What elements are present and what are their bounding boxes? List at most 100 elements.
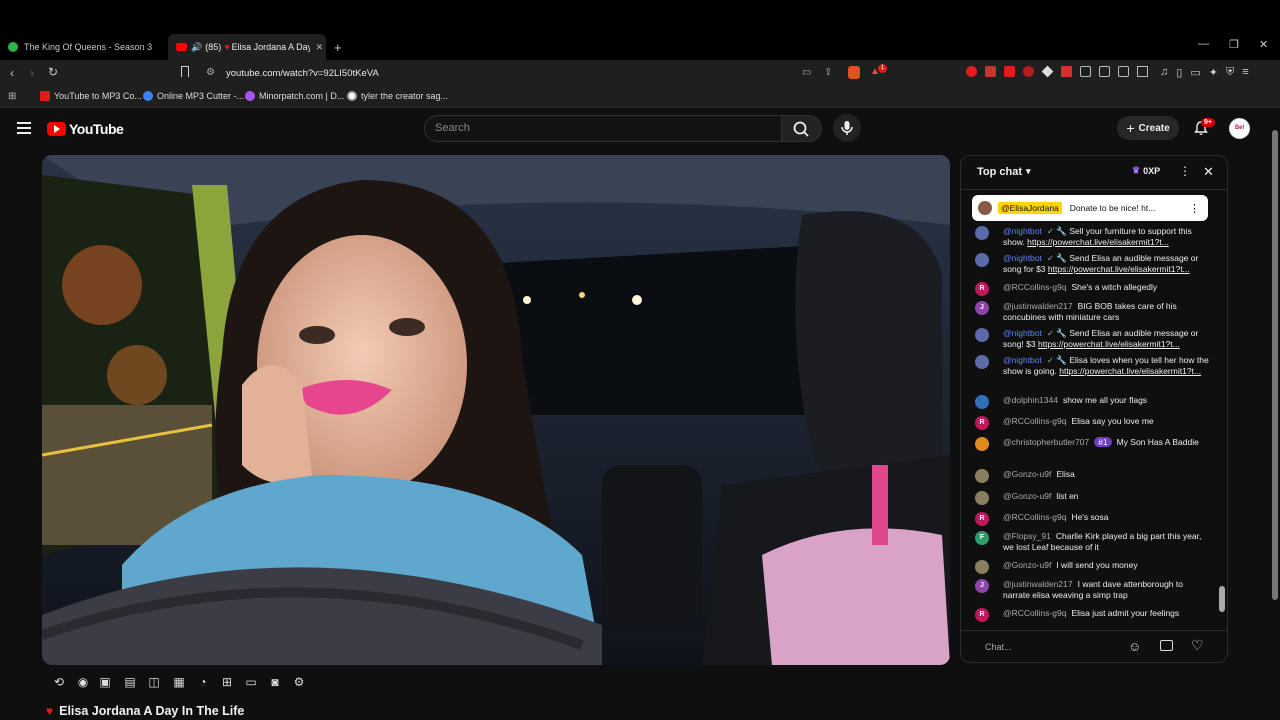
- heart-icon[interactable]: ♡: [1191, 637, 1204, 654]
- chat-link[interactable]: https://powerchat.live/elisakermit1?t...: [1059, 366, 1201, 376]
- browser-tab-active[interactable]: 🔊 (85) ♥ Elisa Jordana A Day In The Life…: [168, 34, 326, 60]
- expand-icon[interactable]: ⊞: [219, 674, 235, 690]
- new-tab-button[interactable]: +: [334, 36, 350, 58]
- install-icon[interactable]: ▭: [802, 67, 811, 78]
- search-button[interactable]: [782, 115, 822, 142]
- screen-icon[interactable]: ▣: [97, 674, 113, 690]
- chat-message[interactable]: @Gonzo-u9f list en: [975, 491, 1211, 505]
- screenshot-icon[interactable]: ◙: [267, 674, 283, 690]
- chat-scrollbar-thumb[interactable]: [1219, 586, 1225, 612]
- settings-gear-icon[interactable]: ⚙: [291, 674, 307, 690]
- avatar[interactable]: [975, 226, 989, 240]
- chat-author[interactable]: @justinwalden217: [1003, 579, 1073, 589]
- emoji-icon[interactable]: ☺: [1128, 639, 1141, 654]
- theater-icon[interactable]: ▤: [122, 674, 138, 690]
- share-icon[interactable]: ⇪: [824, 67, 832, 78]
- chat-message[interactable]: R @RCCollins-g9q He's sosa: [975, 512, 1211, 526]
- vpn-icon[interactable]: ⛨: [1226, 66, 1234, 79]
- popup-icon[interactable]: ▭: [243, 674, 259, 690]
- extension-icon[interactable]: [985, 66, 996, 77]
- chat-author[interactable]: @Flopsy_91: [1003, 531, 1051, 541]
- chat-author[interactable]: @Gonzo-u9f: [1003, 491, 1051, 501]
- chat-message[interactable]: F @Flopsy_91 Charlie Kirk played a big par…: [975, 531, 1211, 552]
- chat-author[interactable]: @Gonzo-u9f: [1003, 560, 1051, 570]
- leo-icon[interactable]: ✦: [1209, 66, 1218, 79]
- chat-author[interactable]: @RCCollins-g9q: [1003, 608, 1066, 618]
- extension-icon[interactable]: [1118, 66, 1129, 77]
- chat-message[interactable]: @nightbot ✓ 🔧 Elisa loves when you tell h…: [975, 355, 1211, 376]
- chat-mode-dropdown[interactable]: Top chat ▾: [977, 166, 1031, 178]
- speaker-icon[interactable]: 🔊: [191, 42, 202, 53]
- avatar[interactable]: R: [975, 282, 989, 296]
- avatar[interactable]: R: [975, 608, 989, 622]
- avatar[interactable]: [975, 491, 989, 505]
- extension-icon[interactable]: [1004, 66, 1015, 77]
- brave-shield-icon[interactable]: [848, 66, 860, 79]
- chat-link[interactable]: https://powerchat.live/elisakermit1?t...: [1027, 237, 1169, 247]
- extension-icon[interactable]: [1023, 66, 1034, 77]
- avatar[interactable]: [975, 328, 989, 342]
- super-chat-icon[interactable]: [1160, 640, 1173, 651]
- extension-icon[interactable]: [1041, 65, 1054, 78]
- forward-icon[interactable]: ›: [30, 66, 34, 80]
- create-button[interactable]: + Create: [1117, 116, 1179, 140]
- close-window-button[interactable]: ✕: [1259, 38, 1268, 51]
- chat-link[interactable]: https://powerchat.live/elisakermit1?t...: [1048, 264, 1190, 274]
- avatar[interactable]: Bel: [1229, 118, 1250, 139]
- chat-message[interactable]: R @RCCollins-g9q Elisa say you love me: [975, 416, 1211, 430]
- restore-button[interactable]: ❐: [1229, 38, 1239, 51]
- extension-icon[interactable]: [1061, 66, 1072, 77]
- chat-message[interactable]: @nightbot ✓ 🔧 Sell your furniture to supp…: [975, 226, 1211, 247]
- chat-author[interactable]: @nightbot: [1003, 253, 1042, 263]
- bookmark-icon[interactable]: [181, 66, 189, 77]
- chat-author[interactable]: @nightbot: [1003, 355, 1042, 365]
- avatar[interactable]: F: [975, 531, 989, 545]
- back-icon[interactable]: ‹: [10, 66, 14, 80]
- video-player[interactable]: [42, 155, 950, 665]
- pip-icon[interactable]: ◫: [146, 674, 162, 690]
- search-input[interactable]: Search: [424, 115, 782, 142]
- page-scrollbar-thumb[interactable]: [1272, 130, 1278, 600]
- extension-icon[interactable]: [966, 66, 977, 77]
- more-options-icon[interactable]: ⋮: [1179, 164, 1191, 178]
- chat-message[interactable]: J @justinwalden217 I want dave attenboroug…: [975, 579, 1211, 600]
- more-options-icon[interactable]: ⋮: [1189, 202, 1200, 215]
- youtube-logo[interactable]: YouTube: [47, 121, 124, 137]
- avatar[interactable]: [975, 560, 989, 574]
- chat-message[interactable]: R @RCCollins-g9q Elisa just admit your fee…: [975, 608, 1211, 622]
- chat-author[interactable]: @RCCollins-g9q: [1003, 282, 1066, 292]
- chat-author[interactable]: @dolphin1344: [1003, 395, 1058, 405]
- bookmark-item[interactable]: tyler the creator sag...: [347, 91, 448, 101]
- minimize-button[interactable]: —: [1198, 38, 1209, 50]
- chat-link[interactable]: https://powerchat.live/elisakermit1?t...: [1038, 339, 1180, 349]
- voice-search-button[interactable]: [833, 114, 861, 142]
- pinned-message[interactable]: @ElisaJordana Donate to be nice! ht... ⋮: [972, 195, 1208, 221]
- avatar[interactable]: R: [975, 416, 989, 430]
- avatar[interactable]: J: [975, 579, 989, 593]
- avatar[interactable]: [975, 253, 989, 267]
- puzzle-icon[interactable]: [1099, 66, 1110, 77]
- audio-icon[interactable]: ◉: [75, 674, 91, 690]
- bookmark-item[interactable]: Minorpatch.com | D...: [245, 91, 344, 101]
- avatar[interactable]: J: [975, 301, 989, 315]
- sidebar-icon[interactable]: ▯: [1176, 66, 1182, 79]
- media-icon[interactable]: ♫: [1160, 66, 1168, 79]
- page-scrollbar[interactable]: [1272, 112, 1278, 720]
- extension-icon[interactable]: [1080, 66, 1091, 77]
- chat-input[interactable]: Chat...: [985, 642, 1012, 652]
- menu-icon[interactable]: ≡: [1242, 66, 1248, 79]
- chat-message[interactable]: @dolphin1344 show me all your flags: [975, 395, 1211, 409]
- chat-author[interactable]: @RCCollins-g9q: [1003, 512, 1066, 522]
- chat-author[interactable]: @justinwalden217: [1003, 301, 1073, 311]
- chat-message[interactable]: @christopherbutler707 #1 My Son Has A Badd…: [975, 437, 1211, 451]
- avatar[interactable]: [975, 437, 989, 451]
- address-bar[interactable]: ⚙ youtube.com/watch?v=92LI50tKeVA ▭ ⇪ ▲ …: [198, 62, 892, 84]
- bookmark-item[interactable]: Online MP3 Cutter -...: [143, 91, 244, 101]
- chat-message[interactable]: @nightbot ✓ 🔧 Send Elisa an audible messa…: [975, 253, 1211, 274]
- guide-menu-icon[interactable]: [17, 122, 31, 134]
- chat-author[interactable]: @Gonzo-u9f: [1003, 469, 1051, 479]
- chat-message[interactable]: @Gonzo-u9f Elisa: [975, 469, 1211, 483]
- extension-icon[interactable]: [1137, 66, 1148, 77]
- wallet-icon[interactable]: ▭: [1190, 66, 1200, 79]
- bookmark-item[interactable]: YouTube to MP3 Co...: [40, 91, 142, 101]
